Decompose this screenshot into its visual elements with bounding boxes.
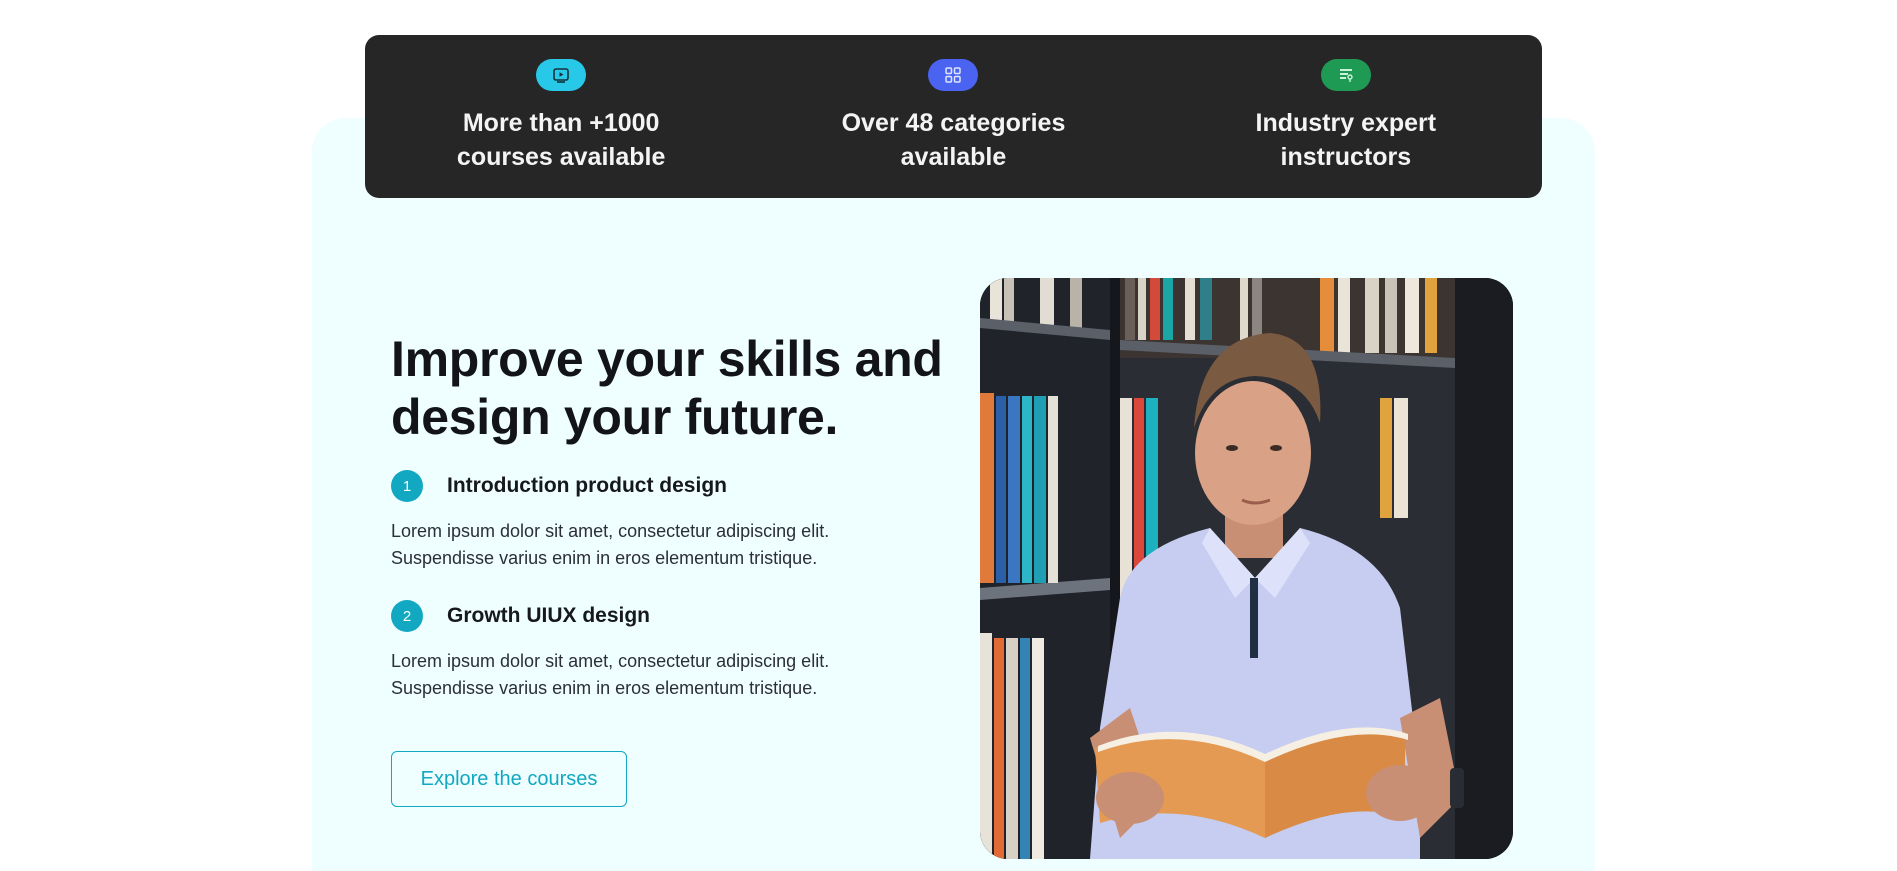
step-header: 1 Introduction product design xyxy=(391,470,911,502)
step-number-badge: 2 xyxy=(391,600,423,632)
step-description: Lorem ipsum dolor sit amet, consectetur … xyxy=(391,651,830,698)
explore-courses-button[interactable]: Explore the courses xyxy=(391,751,627,807)
step-header: 2 Growth UIUX design xyxy=(391,600,911,632)
stats-bar: More than +1000 courses available Over 4… xyxy=(365,35,1542,198)
stat-courses: More than +1000 courses available xyxy=(365,35,757,198)
play-video-icon xyxy=(536,59,587,91)
step-item: 2 Growth UIUX design Lorem ipsum dolor s… xyxy=(391,600,911,702)
step-description: Lorem ipsum dolor sit amet, consectetur … xyxy=(391,521,830,568)
stat-label: Industry expert instructors xyxy=(1255,109,1437,171)
student-library-photo xyxy=(980,278,1513,859)
stat-categories: Over 48 categories available xyxy=(757,35,1149,198)
stat-instructors: Industry expert instructors xyxy=(1150,35,1542,198)
stat-label: More than +1000 courses available xyxy=(456,109,666,171)
hero-headline: Improve your skills and design your futu… xyxy=(391,331,943,445)
step-title: Growth UIUX design xyxy=(447,604,651,627)
grid-categories-icon xyxy=(928,59,979,91)
stat-label: Over 48 categories available xyxy=(841,109,1066,171)
instructor-icon xyxy=(1320,59,1371,91)
step-number-badge: 1 xyxy=(391,470,423,502)
step-item: 1 Introduction product design Lorem ipsu… xyxy=(391,470,911,572)
step-title: Introduction product design xyxy=(447,474,727,497)
